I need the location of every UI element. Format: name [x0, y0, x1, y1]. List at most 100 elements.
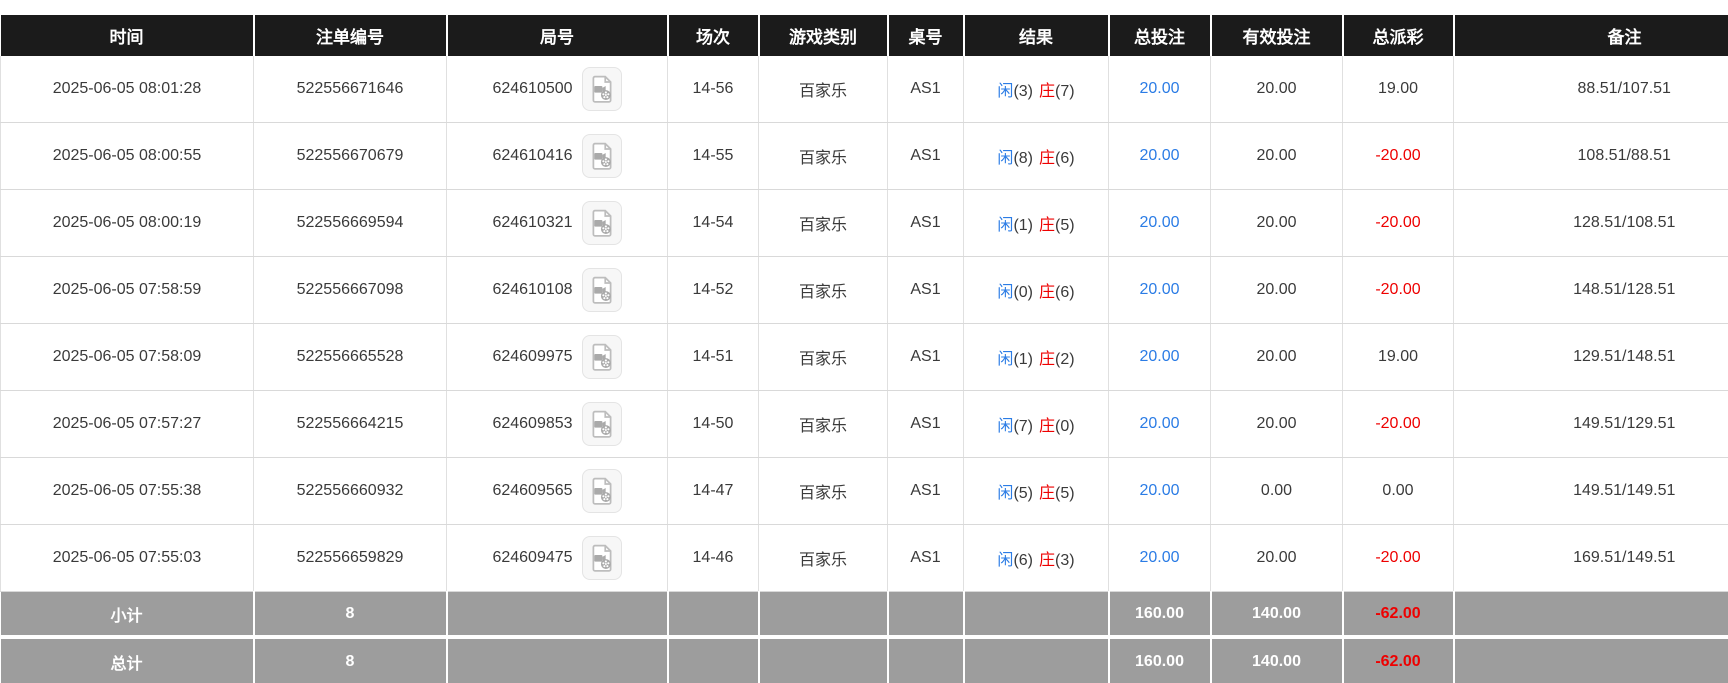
cell-result: 闲(6) 庄(3) [963, 524, 1109, 592]
table-header: 时间 注单编号 局号 场次 游戏类别 桌号 结果 总投注 有效投注 总派彩 备注 [0, 15, 1728, 56]
subtotal-empty-result [963, 591, 1110, 639]
cell-session: 14-47 [667, 457, 759, 525]
round-number: 624610500 [492, 80, 573, 97]
cell-round: 624610321 [446, 189, 668, 257]
cell-result: 闲(0) 庄(6) [963, 256, 1109, 324]
cell-total-payout: 0.00 [1342, 457, 1454, 525]
cell-total-payout: 19.00 [1342, 56, 1454, 123]
cell-time: 2025-06-05 07:58:09 [0, 323, 254, 391]
round-number: 624610108 [492, 281, 573, 298]
banker-label: 庄 [1039, 351, 1056, 368]
cell-valid-bet: 20.00 [1210, 524, 1343, 592]
cell-table-no: AS1 [887, 457, 964, 525]
cell-valid-bet: 20.00 [1210, 323, 1343, 391]
banker-label: 庄 [1039, 150, 1056, 167]
video-file-icon [589, 410, 615, 438]
cell-game-type: 百家乐 [758, 524, 888, 592]
col-header-remark: 备注 [1453, 15, 1728, 56]
col-header-valid-bet: 有效投注 [1210, 15, 1344, 56]
col-header-result: 结果 [963, 15, 1110, 56]
cell-time: 2025-06-05 08:00:19 [0, 189, 254, 257]
cell-bet-id: 522556665528 [253, 323, 447, 391]
video-replay-button[interactable] [581, 469, 622, 513]
cell-remark: 169.51/149.51 [1453, 524, 1728, 592]
video-file-icon [589, 276, 615, 304]
cell-remark: 108.51/88.51 [1453, 122, 1728, 190]
cell-remark: 88.51/107.51 [1453, 56, 1728, 123]
total-empty-game-type [758, 637, 889, 683]
cell-total-bet: 20.00 [1108, 457, 1211, 525]
cell-session: 14-56 [667, 56, 759, 123]
cell-table-no: AS1 [887, 323, 964, 391]
video-replay-button[interactable] [581, 201, 622, 245]
round-number: 624609475 [492, 549, 573, 566]
cell-game-type: 百家乐 [758, 256, 888, 324]
cell-game-type: 百家乐 [758, 323, 888, 391]
total-valid-bet: 140.00 [1210, 637, 1344, 683]
cell-session: 14-54 [667, 189, 759, 257]
video-file-icon [589, 209, 615, 237]
cell-table-no: AS1 [887, 524, 964, 592]
cell-valid-bet: 20.00 [1210, 56, 1343, 123]
video-replay-button[interactable] [581, 134, 622, 178]
player-label: 闲 [997, 552, 1014, 569]
table-body: 2025-06-05 08:01:28 522556671646 6246105… [0, 56, 1728, 592]
cell-table-no: AS1 [887, 189, 964, 257]
cell-round: 624610108 [446, 256, 668, 324]
subtotal-total-bet: 160.00 [1108, 591, 1212, 639]
total-count: 8 [253, 637, 448, 683]
cell-bet-id: 522556659829 [253, 524, 447, 592]
round-number: 624609853 [492, 415, 573, 432]
video-replay-button[interactable] [581, 536, 622, 580]
cell-round: 624610416 [446, 122, 668, 190]
cell-total-bet: 20.00 [1108, 122, 1211, 190]
col-header-bet-id: 注单编号 [253, 15, 448, 56]
player-score: (0) [1013, 284, 1033, 301]
cell-valid-bet: 20.00 [1210, 390, 1343, 458]
cell-bet-id: 522556671646 [253, 56, 447, 123]
player-score: (1) [1013, 217, 1033, 234]
player-score: (6) [1013, 552, 1033, 569]
table-row: 2025-06-05 07:57:27 522556664215 6246098… [0, 390, 1728, 458]
cell-total-bet: 20.00 [1108, 323, 1211, 391]
video-replay-button[interactable] [581, 402, 622, 446]
video-replay-button[interactable] [581, 268, 622, 312]
cell-result: 闲(3) 庄(7) [963, 56, 1109, 123]
table-footer: 小计 8 160.00 140.00 -62.00 总计 8 160.00 14… [0, 591, 1728, 683]
cell-time: 2025-06-05 07:58:59 [0, 256, 254, 324]
cell-total-bet: 20.00 [1108, 524, 1211, 592]
table-row: 2025-06-05 08:00:19 522556669594 6246103… [0, 189, 1728, 257]
video-replay-button[interactable] [581, 67, 622, 111]
total-empty-session [667, 637, 760, 683]
cell-game-type: 百家乐 [758, 189, 888, 257]
subtotal-empty-remark [1453, 591, 1728, 639]
total-empty-remark [1453, 637, 1728, 683]
cell-total-bet: 20.00 [1108, 256, 1211, 324]
video-file-icon [589, 142, 615, 170]
cell-total-bet: 20.00 [1108, 56, 1211, 123]
cell-session: 14-51 [667, 323, 759, 391]
cell-bet-id: 522556667098 [253, 256, 447, 324]
cell-total-bet: 20.00 [1108, 189, 1211, 257]
subtotal-valid-bet: 140.00 [1210, 591, 1344, 639]
cell-valid-bet: 20.00 [1210, 122, 1343, 190]
col-header-time: 时间 [0, 15, 255, 56]
cell-table-no: AS1 [887, 256, 964, 324]
banker-score: (6) [1055, 150, 1075, 167]
video-replay-button[interactable] [581, 335, 622, 379]
cell-round: 624609475 [446, 524, 668, 592]
table-row: 2025-06-05 07:58:59 522556667098 6246101… [0, 256, 1728, 324]
player-label: 闲 [997, 284, 1014, 301]
banker-score: (6) [1055, 284, 1075, 301]
video-file-icon [589, 75, 615, 103]
cell-session: 14-52 [667, 256, 759, 324]
banker-score: (7) [1055, 83, 1075, 100]
cell-bet-id: 522556664215 [253, 390, 447, 458]
cell-time: 2025-06-05 07:55:03 [0, 524, 254, 592]
cell-total-payout: -20.00 [1342, 122, 1454, 190]
player-score: (1) [1013, 351, 1033, 368]
col-header-round: 局号 [446, 15, 669, 56]
cell-total-payout: -20.00 [1342, 524, 1454, 592]
subtotal-empty-table-no [887, 591, 965, 639]
cell-time: 2025-06-05 08:00:55 [0, 122, 254, 190]
